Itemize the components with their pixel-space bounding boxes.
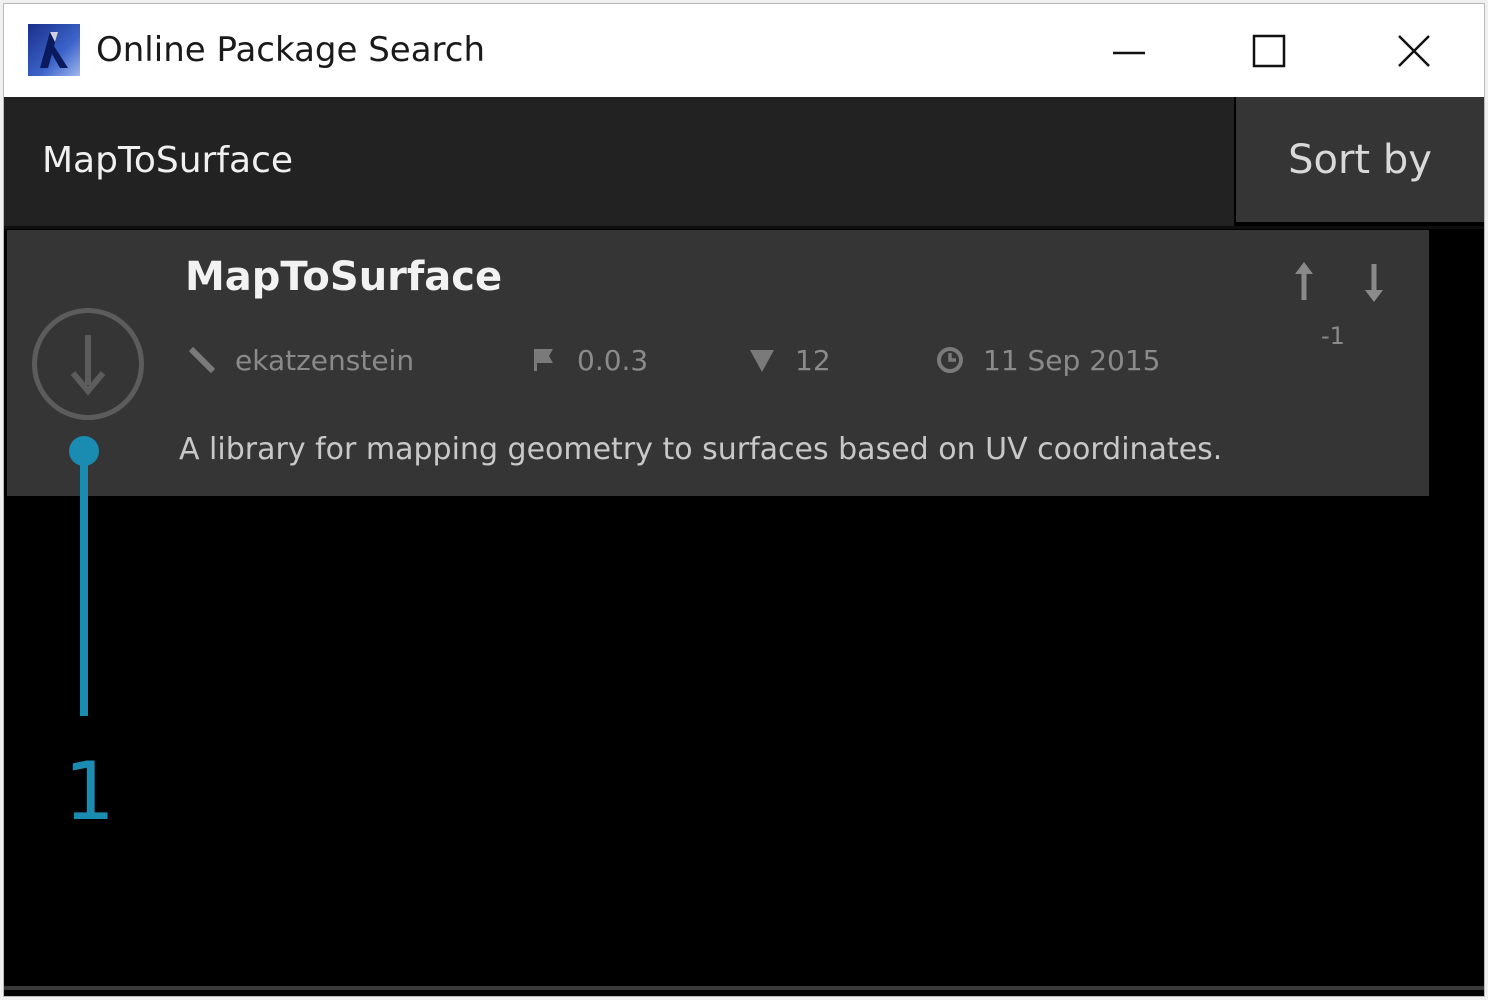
package-downloads: 12 (747, 340, 831, 380)
downvote-button[interactable] (1359, 260, 1389, 304)
maximize-button[interactable] (1199, 4, 1339, 97)
vote-count: -1 (1321, 322, 1345, 350)
clock-icon (935, 345, 965, 375)
divider (4, 226, 1484, 229)
publish-date: 11 Sep 2015 (983, 343, 1161, 377)
download-count: 12 (795, 343, 831, 377)
downloads-triangle-icon (747, 345, 777, 375)
pencil-icon (187, 345, 217, 375)
arrow-down-icon (1365, 264, 1383, 302)
sort-by-button[interactable]: Sort by (1236, 97, 1484, 222)
package-author: ekatzenstein (187, 340, 414, 380)
minimize-button[interactable] (1059, 4, 1199, 97)
author-name: ekatzenstein (235, 343, 415, 377)
package-version: 0.0.3 (529, 340, 648, 380)
title-bar: Online Package Search (4, 4, 1484, 97)
callout-number: 1 (64, 745, 115, 838)
upvote-button[interactable] (1289, 260, 1319, 304)
search-bar (4, 97, 1234, 226)
package-date: 11 Sep 2015 (935, 340, 1160, 380)
window-title: Online Package Search (96, 30, 486, 70)
dynamo-app-icon (28, 24, 80, 76)
bottom-border (4, 986, 1484, 990)
arrow-up-icon (1295, 262, 1313, 300)
maximize-icon (1252, 34, 1286, 67)
package-description: A library for mapping geometry to surfac… (179, 432, 1223, 467)
close-button[interactable] (1344, 4, 1484, 97)
install-button[interactable] (32, 308, 144, 420)
version-number: 0.0.3 (577, 343, 649, 377)
search-input[interactable] (42, 135, 1142, 185)
close-icon (1398, 34, 1430, 67)
minimize-icon (1113, 51, 1145, 54)
package-search-window: Online Package Search Sort by (3, 3, 1485, 997)
callout-marker-line (80, 454, 88, 716)
package-result-card[interactable]: MapToSurface ekatzenstein 0.0.3 12 11 Se… (7, 230, 1429, 496)
flag-icon (529, 345, 559, 375)
download-arrow-icon (70, 335, 106, 396)
package-name: MapToSurface (185, 254, 503, 300)
